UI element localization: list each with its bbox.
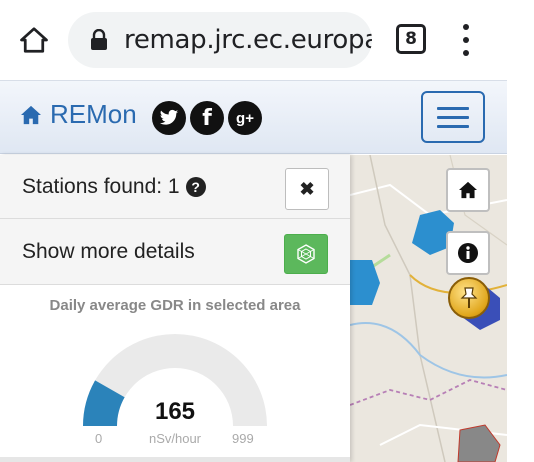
gauge-value: 165 — [154, 398, 196, 425]
details-row: Show more details — [0, 219, 350, 285]
lock-icon — [90, 28, 108, 52]
more-vert-icon[interactable] — [456, 22, 476, 58]
stations-header: Stations found: 1 ? ✖ — [0, 155, 350, 219]
address-bar[interactable]: remap.jrc.ec.europa.eu — [68, 12, 372, 68]
home-icon[interactable] — [14, 20, 54, 60]
brand-link[interactable]: REMon — [20, 99, 137, 130]
stations-found-label: Stations found: 1 — [22, 175, 180, 198]
gauge-widget: Daily average GDR in selected area 165 0… — [0, 285, 350, 462]
google-plus-icon[interactable]: g+ — [228, 101, 262, 135]
social-links: f g+ — [152, 101, 262, 135]
site-navbar: REMon f g+ — [0, 80, 507, 154]
gauge-title: Daily average GDR in selected area — [49, 297, 301, 314]
facebook-icon[interactable]: f — [190, 101, 224, 135]
gauge-unit-label: nSv/hour — [148, 431, 202, 446]
page-margin — [507, 80, 534, 462]
close-button[interactable]: ✖ — [285, 168, 329, 210]
show-more-details-label: Show more details — [22, 240, 195, 263]
stations-found-title: Stations found: 1 ? — [22, 175, 206, 199]
tabs-count-icon[interactable]: 8 — [396, 24, 426, 54]
home-map-icon[interactable] — [446, 168, 490, 212]
house-icon — [20, 105, 42, 125]
panel-footer-divider — [0, 457, 350, 462]
page: remap.jrc.ec.europa.eu 8 REMon f g+ — [0, 0, 534, 462]
brand-label: REMon — [50, 99, 137, 129]
hexagon-icon[interactable] — [284, 234, 328, 274]
url-text: remap.jrc.ec.europa.eu — [124, 25, 372, 55]
pushpin-icon[interactable] — [448, 277, 490, 319]
info-map-icon[interactable] — [446, 231, 490, 275]
question-circle-icon[interactable]: ? — [185, 177, 206, 197]
gauge-max-label: 999 — [232, 431, 254, 446]
menu-toggle-button[interactable] — [421, 91, 485, 143]
twitter-icon[interactable] — [152, 101, 186, 135]
browser-toolbar: remap.jrc.ec.europa.eu 8 — [0, 0, 534, 80]
side-panel: Stations found: 1 ? ✖ Show more details … — [0, 155, 350, 462]
map-view[interactable] — [350, 155, 507, 462]
